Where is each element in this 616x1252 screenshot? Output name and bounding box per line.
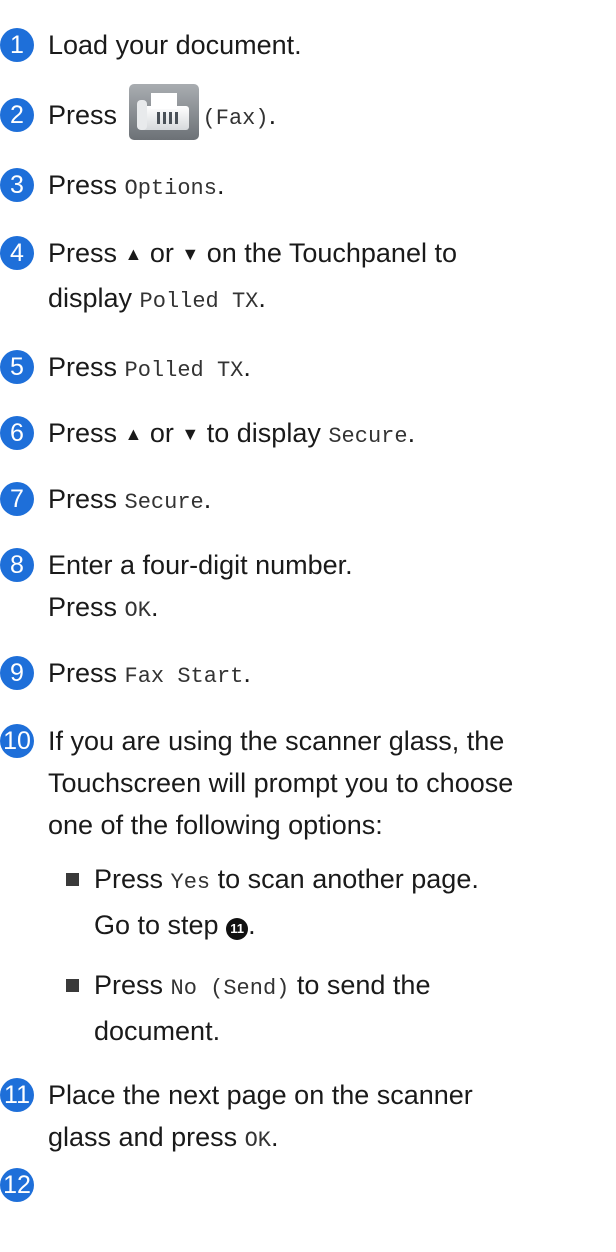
step-number: 10: [0, 724, 34, 758]
step-text: Press Polled TX.: [48, 352, 251, 383]
step-code: Polled TX: [139, 289, 259, 314]
step-text: Place the next page on the scanner glass…: [48, 1080, 473, 1153]
step-number: 2: [0, 98, 34, 132]
step-number: 5: [0, 350, 34, 384]
step-text: Press Fax Start.: [48, 658, 251, 689]
step-text: Press Options.: [48, 170, 225, 201]
step-code: Yes: [170, 870, 211, 895]
bullet-square: [66, 873, 79, 886]
chevron-down-icon: ▼: [181, 244, 200, 264]
step-number: 9: [0, 656, 34, 690]
step-number: 1: [0, 28, 34, 62]
step-text: If you are using the scanner glass, the …: [48, 726, 514, 840]
step-text: Press ▲ or ▼ to display Secure.: [48, 412, 610, 458]
step-code: Secure: [328, 424, 408, 449]
step-number: 11: [0, 1078, 34, 1112]
step-code: Secure: [124, 490, 204, 515]
step-code: (Fax): [202, 106, 269, 132]
step-code: No (Send): [170, 976, 290, 1001]
step-text: Press Secure.: [48, 484, 212, 515]
bullet-square: [66, 979, 79, 992]
step-number: 4: [0, 236, 34, 270]
step-text: Press (Fax).: [48, 84, 610, 140]
option-yes: Press Yes to scan another page. Go to st…: [66, 858, 610, 946]
option-no-send: Press No (Send) to send the document.: [66, 964, 610, 1052]
step-code: OK: [244, 1128, 272, 1153]
step-number: 12: [0, 1168, 34, 1202]
step-code: Fax Start: [124, 664, 244, 689]
chevron-down-icon: ▼: [181, 424, 200, 444]
chevron-up-icon: ▲: [124, 424, 143, 444]
step-code: OK: [124, 598, 151, 623]
step-code: Polled TX: [124, 358, 244, 383]
step-text: Enter a four-digit number. Press OK.: [48, 550, 353, 623]
chevron-up-icon: ▲: [124, 244, 143, 264]
step-code: Options: [124, 176, 217, 201]
step-text-pre: Press: [48, 100, 118, 131]
step-number: 3: [0, 168, 34, 202]
step-number: 8: [0, 548, 34, 582]
fax-machine-icon: [128, 84, 199, 140]
step-number: 7: [0, 482, 34, 516]
step-text: Load your document.: [48, 30, 302, 60]
step-text: Press ▲ or ▼ on the Touchpanel to displa…: [48, 232, 610, 323]
step-number: 6: [0, 416, 34, 450]
step-reference: 11: [226, 918, 249, 940]
